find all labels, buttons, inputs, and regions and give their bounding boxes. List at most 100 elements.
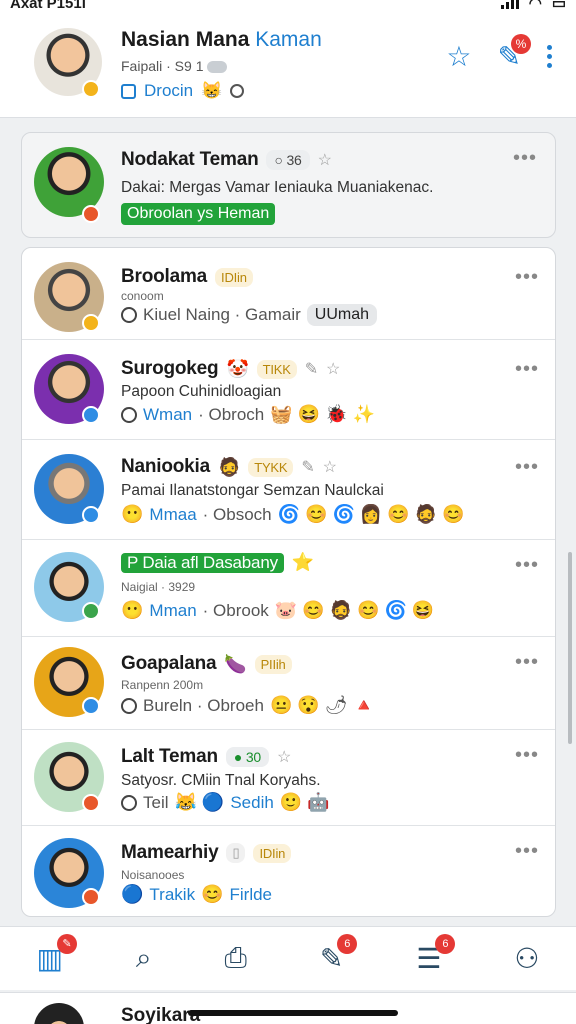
tab-shop[interactable]: ⎙: [225, 942, 247, 975]
verified-badge-icon: [82, 888, 100, 906]
item-subtitle: Noisanooes: [121, 868, 185, 882]
star-outline-icon[interactable]: ☆: [326, 359, 340, 379]
status-time: Axat P151i: [10, 0, 86, 12]
more-icon[interactable]: •••: [515, 554, 539, 577]
item-title: P Daia afl Dasabany ⭐: [121, 552, 314, 573]
face-icon: 😶: [121, 600, 144, 620]
more-icon[interactable]: •••: [515, 744, 539, 767]
verified-badge-icon: [82, 794, 100, 812]
item-subtitle: Naigial · 3929: [121, 580, 196, 594]
tab-search[interactable]: ⌕: [136, 942, 152, 975]
emoji-icon: 🔵: [121, 884, 144, 904]
item-meta: 😶 Mmaa · Obsoch 🌀 😊 🌀 👩 😊 🧔 😊: [121, 504, 465, 524]
more-icon[interactable]: •••: [515, 358, 539, 381]
item-meta: Teil 😹 🔵 Sedih 🙂 🤖: [121, 792, 330, 813]
item-title: Lalt Teman ● 30 ☆: [121, 746, 292, 767]
list-item[interactable]: Surogokeg 🤡 TIKK ✎ ☆ Papoon Cuhinidloagi…: [22, 340, 555, 440]
sparkle-icon: ⭐: [291, 552, 315, 572]
list-item[interactable]: Lalt Teman ● 30 ☆ Satyosr. CMiin Tnal Ko…: [22, 730, 555, 826]
tab-chats[interactable]: ▥ ✎: [36, 934, 77, 975]
circle-icon: [230, 84, 245, 98]
tab-pins[interactable]: ✎ 6: [320, 934, 358, 975]
list-item[interactable]: Mamearhiy ▯ IDIin Noisanooes 🔵 Trakik 😊 …: [22, 826, 555, 916]
item-meta: Bureln · Obroeh 😐 😯 🌶 🔺: [121, 695, 375, 716]
face-icon: 😶: [121, 504, 144, 524]
star-outline-icon[interactable]: ☆: [277, 747, 291, 767]
item-meta: Wman · Obroch 🧺 😆 🐞 ✨: [121, 404, 375, 425]
tab-notes[interactable]: ☰ 6: [416, 934, 456, 975]
item-subtitle: Ranpenn 200m: [121, 678, 204, 692]
item-title: Naniookia 🧔 TYKK ✎ ☆: [121, 456, 337, 477]
profile-subtitle: Faipali · S9 1: [121, 58, 228, 74]
more-icon[interactable]: •••: [513, 147, 537, 170]
emoji-reactions: 🙂 🤖: [279, 792, 330, 812]
item-tag: IDIin: [215, 267, 253, 287]
more-menu-icon[interactable]: [547, 45, 552, 68]
item-tag: IDIin: [253, 843, 292, 863]
list-item[interactable]: Naniookia 🧔 TYKK ✎ ☆ Pamai Ilanatstongar…: [22, 440, 555, 540]
item-tag: TIKK: [256, 359, 297, 379]
tab-badge: ✎: [56, 934, 77, 954]
star-outline-icon[interactable]: ☆: [323, 457, 337, 477]
verified-badge-icon: [82, 80, 100, 98]
more-icon[interactable]: •••: [515, 651, 539, 674]
verified-badge-icon: [82, 314, 100, 332]
item-subtitle: Papoon Cuhinidloagian: [121, 383, 282, 400]
tab-badge: 6: [435, 934, 456, 954]
circle-icon: [121, 697, 137, 714]
item-subtitle: Satyosr. CMiin Tnal Koryahs.: [121, 772, 321, 789]
more-icon[interactable]: •••: [515, 456, 539, 479]
status-icons: ◠ ▭: [500, 0, 566, 12]
peek-row[interactable]: Soyikara: [0, 992, 576, 1024]
item-tag: PIIih: [254, 654, 292, 674]
profile-name-accent: Kaman: [255, 28, 322, 51]
star-icon[interactable]: ☆: [446, 40, 471, 73]
item-subtitle: Pamai Ilanatstongar Semzan Naulckai: [121, 482, 384, 499]
item-title: Mamearhiy ▯ IDIin: [121, 842, 292, 864]
header-actions: ☆ ✎%: [446, 34, 552, 73]
emoji-icon: 😊: [201, 884, 224, 904]
circle-icon: [121, 794, 137, 811]
scrollbar[interactable]: [568, 552, 572, 744]
home-indicator[interactable]: [188, 1010, 398, 1016]
list-item[interactable]: Broolama IDIin conoom Kiuel Naing · Gama…: [22, 248, 555, 340]
circle-icon: [121, 406, 137, 423]
emoji-reactions: 🧺 😆 🐞 ✨: [270, 404, 375, 424]
tab-profile[interactable]: ⚇: [514, 942, 539, 975]
search-icon: ⌕: [135, 942, 152, 973]
status-bar: Axat P151i ◠ ▭: [0, 0, 576, 14]
list-item[interactable]: Goapalana 🍆 PIIih Ranpenn 200m Bureln · …: [22, 637, 555, 730]
pin-icon[interactable]: ✎%: [498, 34, 531, 73]
tab-badge: 6: [337, 934, 358, 954]
more-icon[interactable]: •••: [515, 266, 539, 289]
wifi-icon: ◠: [528, 0, 542, 12]
list-item[interactable]: P Daia afl Dasabany ⭐ Naigial · 3929 😶 M…: [22, 540, 555, 637]
item-pill: UUmah: [306, 304, 378, 326]
featured-card[interactable]: Nodakat Teman ○ 36 ☆ Dakai: Mergas Vamar…: [21, 132, 556, 238]
circle-icon: [121, 307, 137, 323]
pin-badge: %: [511, 34, 531, 54]
featured-badge-icon: [82, 205, 100, 223]
item-count: ● 30: [225, 747, 270, 767]
more-icon[interactable]: •••: [515, 840, 539, 863]
bottom-tab-bar: ▥ ✎ ⌕ ⎙ ✎ 6 ☰ 6 ⚇: [0, 926, 576, 990]
emoji-reactions: 🐷 😊 🧔 😊 🌀 😆: [274, 600, 435, 620]
item-tag: TYKK: [248, 457, 294, 477]
star-outline-icon[interactable]: ☆: [318, 150, 332, 170]
avatar: [34, 1003, 84, 1024]
cat-emoji-icon: 😸: [201, 81, 223, 100]
square-icon: [121, 83, 136, 99]
status-pill-icon: [207, 61, 228, 74]
verified-badge-icon: [82, 506, 100, 524]
profile-meta[interactable]: Drocin 😸: [121, 81, 245, 101]
signal-icon: [500, 0, 519, 9]
battery-icon: ▭: [551, 0, 566, 12]
pin-icon[interactable]: ✎: [305, 359, 318, 379]
person-icon: ⚇: [514, 943, 540, 974]
verified-badge-icon: [82, 406, 100, 424]
featured-action[interactable]: Obroolan ys Heman: [121, 203, 276, 225]
profile-name: Nasian Mana Kaman: [121, 28, 322, 51]
verified-badge-icon: [82, 697, 100, 715]
item-meta: 🔵 Trakik 😊 Firlde: [121, 884, 273, 904]
pin-icon[interactable]: ✎: [301, 457, 314, 477]
